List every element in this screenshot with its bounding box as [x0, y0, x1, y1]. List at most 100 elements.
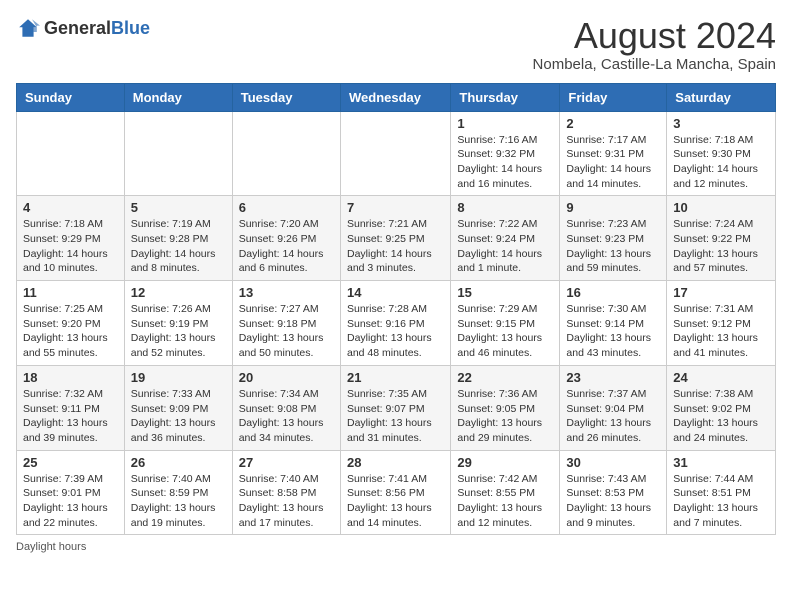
calendar-cell: 3 Sunrise: 7:18 AMSunset: 9:30 PMDaylight…: [667, 111, 776, 196]
calendar-cell: 11 Sunrise: 7:25 AMSunset: 9:20 PMDayligh…: [17, 281, 125, 366]
day-number: 11: [23, 285, 118, 300]
calendar-cell: 1 Sunrise: 7:16 AMSunset: 9:32 PMDaylight…: [451, 111, 560, 196]
column-header-saturday: Saturday: [667, 83, 776, 111]
day-number: 13: [239, 285, 334, 300]
calendar-cell: 18Sunrise: 7:32 AMSunset: 9:11 PMDayligh…: [17, 365, 125, 450]
day-number: 23: [566, 370, 660, 385]
calendar-cell: 28 Sunrise: 7:41 AMSunset: 8:56 PMDayligh…: [340, 450, 450, 535]
calendar-cell: [17, 111, 125, 196]
subtitle: Nombela, Castille-La Mancha, Spain: [533, 56, 776, 73]
day-number: 1: [457, 116, 553, 131]
calendar-cell: 31 Sunrise: 7:44 AMSunset: 8:51 PMDayligh…: [667, 450, 776, 535]
day-info: Sunrise: 7:33 AMSunset: 9:09 PMDaylight:…: [131, 387, 226, 446]
day-number: 12: [131, 285, 226, 300]
calendar-cell: 17 Sunrise: 7:31 AMSunset: 9:12 PMDayligh…: [667, 281, 776, 366]
day-info: Sunrise: 7:41 AMSunset: 8:56 PMDaylight:…: [347, 472, 444, 531]
day-info: Sunrise: 7:19 AMSunset: 9:28 PMDaylight:…: [131, 217, 226, 276]
calendar-cell: 16Sunrise: 7:30 AMSunset: 9:14 PMDayligh…: [560, 281, 667, 366]
day-info: Sunrise: 7:39 AMSunset: 9:01 PMDaylight:…: [23, 472, 118, 531]
day-number: 7: [347, 200, 444, 215]
day-number: 6: [239, 200, 334, 215]
calendar-cell: [340, 111, 450, 196]
day-number: 27: [239, 455, 334, 470]
day-info: Sunrise: 7:24 AMSunset: 9:22 PMDaylight:…: [673, 217, 769, 276]
calendar-cell: 12 Sunrise: 7:26 AMSunset: 9:19 PMDayligh…: [124, 281, 232, 366]
day-number: 25: [23, 455, 118, 470]
day-number: 22: [457, 370, 553, 385]
calendar-week-4: 25 Sunrise: 7:39 AMSunset: 9:01 PMDayligh…: [17, 450, 776, 535]
calendar-cell: [232, 111, 340, 196]
day-info: Sunrise: 7:35 AMSunset: 9:07 PMDaylight:…: [347, 387, 444, 446]
column-header-thursday: Thursday: [451, 83, 560, 111]
calendar-week-1: 4Sunrise: 7:18 AMSunset: 9:29 PMDaylight…: [17, 196, 776, 281]
logo-icon: [16, 16, 40, 40]
day-number: 21: [347, 370, 444, 385]
day-number: 4: [23, 200, 118, 215]
calendar-cell: 5 Sunrise: 7:19 AMSunset: 9:28 PMDaylight…: [124, 196, 232, 281]
calendar-cell: 26 Sunrise: 7:40 AMSunset: 8:59 PMDayligh…: [124, 450, 232, 535]
day-info: Sunrise: 7:21 AMSunset: 9:25 PMDaylight:…: [347, 217, 444, 276]
day-number: 19: [131, 370, 226, 385]
day-number: 20: [239, 370, 334, 385]
calendar-cell: 21 Sunrise: 7:35 AMSunset: 9:07 PMDayligh…: [340, 365, 450, 450]
calendar-cell: 14 Sunrise: 7:28 AMSunset: 9:16 PMDayligh…: [340, 281, 450, 366]
column-header-monday: Monday: [124, 83, 232, 111]
day-number: 29: [457, 455, 553, 470]
day-info: Sunrise: 7:26 AMSunset: 9:19 PMDaylight:…: [131, 302, 226, 361]
day-info: Sunrise: 7:32 AMSunset: 9:11 PMDaylight:…: [23, 387, 118, 446]
day-number: 8: [457, 200, 553, 215]
calendar-cell: 24 Sunrise: 7:38 AMSunset: 9:02 PMDayligh…: [667, 365, 776, 450]
day-info: Sunrise: 7:23 AMSunset: 9:23 PMDaylight:…: [566, 217, 660, 276]
day-number: 30: [566, 455, 660, 470]
day-info: Sunrise: 7:28 AMSunset: 9:16 PMDaylight:…: [347, 302, 444, 361]
calendar-week-0: 1 Sunrise: 7:16 AMSunset: 9:32 PMDaylight…: [17, 111, 776, 196]
calendar-cell: 15Sunrise: 7:29 AMSunset: 9:15 PMDayligh…: [451, 281, 560, 366]
day-number: 10: [673, 200, 769, 215]
page-header: GeneralBlue August 2024 Nombela, Castill…: [16, 16, 776, 73]
calendar-cell: 29Sunrise: 7:42 AMSunset: 8:55 PMDayligh…: [451, 450, 560, 535]
day-info: Sunrise: 7:31 AMSunset: 9:12 PMDaylight:…: [673, 302, 769, 361]
day-info: Sunrise: 7:29 AMSunset: 9:15 PMDaylight:…: [457, 302, 553, 361]
day-info: Sunrise: 7:44 AMSunset: 8:51 PMDaylight:…: [673, 472, 769, 531]
column-header-wednesday: Wednesday: [340, 83, 450, 111]
day-info: Sunrise: 7:30 AMSunset: 9:14 PMDaylight:…: [566, 302, 660, 361]
day-number: 24: [673, 370, 769, 385]
calendar-cell: 6 Sunrise: 7:20 AMSunset: 9:26 PMDaylight…: [232, 196, 340, 281]
day-number: 26: [131, 455, 226, 470]
day-number: 2: [566, 116, 660, 131]
calendar-cell: 25 Sunrise: 7:39 AMSunset: 9:01 PMDayligh…: [17, 450, 125, 535]
day-info: Sunrise: 7:27 AMSunset: 9:18 PMDaylight:…: [239, 302, 334, 361]
main-title: August 2024: [533, 16, 776, 56]
column-header-tuesday: Tuesday: [232, 83, 340, 111]
footer-note: Daylight hours: [16, 541, 776, 553]
day-number: 3: [673, 116, 769, 131]
calendar-cell: 30 Sunrise: 7:43 AMSunset: 8:53 PMDayligh…: [560, 450, 667, 535]
day-info: Sunrise: 7:20 AMSunset: 9:26 PMDaylight:…: [239, 217, 334, 276]
day-info: Sunrise: 7:38 AMSunset: 9:02 PMDaylight:…: [673, 387, 769, 446]
day-number: 31: [673, 455, 769, 470]
calendar-cell: 13 Sunrise: 7:27 AMSunset: 9:18 PMDayligh…: [232, 281, 340, 366]
calendar-week-2: 11 Sunrise: 7:25 AMSunset: 9:20 PMDayligh…: [17, 281, 776, 366]
day-info: Sunrise: 7:40 AMSunset: 8:58 PMDaylight:…: [239, 472, 334, 531]
day-info: Sunrise: 7:43 AMSunset: 8:53 PMDaylight:…: [566, 472, 660, 531]
calendar-cell: 2Sunrise: 7:17 AMSunset: 9:31 PMDaylight…: [560, 111, 667, 196]
day-number: 17: [673, 285, 769, 300]
day-info: Sunrise: 7:18 AMSunset: 9:30 PMDaylight:…: [673, 133, 769, 192]
day-info: Sunrise: 7:16 AMSunset: 9:32 PMDaylight:…: [457, 133, 553, 192]
title-area: August 2024 Nombela, Castille-La Mancha,…: [533, 16, 776, 73]
day-info: Sunrise: 7:25 AMSunset: 9:20 PMDaylight:…: [23, 302, 118, 361]
day-info: Sunrise: 7:40 AMSunset: 8:59 PMDaylight:…: [131, 472, 226, 531]
calendar-cell: 4Sunrise: 7:18 AMSunset: 9:29 PMDaylight…: [17, 196, 125, 281]
day-info: Sunrise: 7:22 AMSunset: 9:24 PMDaylight:…: [457, 217, 553, 276]
day-number: 28: [347, 455, 444, 470]
calendar-table: SundayMondayTuesdayWednesdayThursdayFrid…: [16, 83, 776, 536]
calendar-cell: 10 Sunrise: 7:24 AMSunset: 9:22 PMDayligh…: [667, 196, 776, 281]
logo: GeneralBlue: [16, 16, 150, 40]
day-number: 9: [566, 200, 660, 215]
day-number: 5: [131, 200, 226, 215]
calendar-week-3: 18Sunrise: 7:32 AMSunset: 9:11 PMDayligh…: [17, 365, 776, 450]
day-info: Sunrise: 7:36 AMSunset: 9:05 PMDaylight:…: [457, 387, 553, 446]
logo-general: GeneralBlue: [44, 18, 150, 39]
day-number: 14: [347, 285, 444, 300]
day-info: Sunrise: 7:34 AMSunset: 9:08 PMDaylight:…: [239, 387, 334, 446]
